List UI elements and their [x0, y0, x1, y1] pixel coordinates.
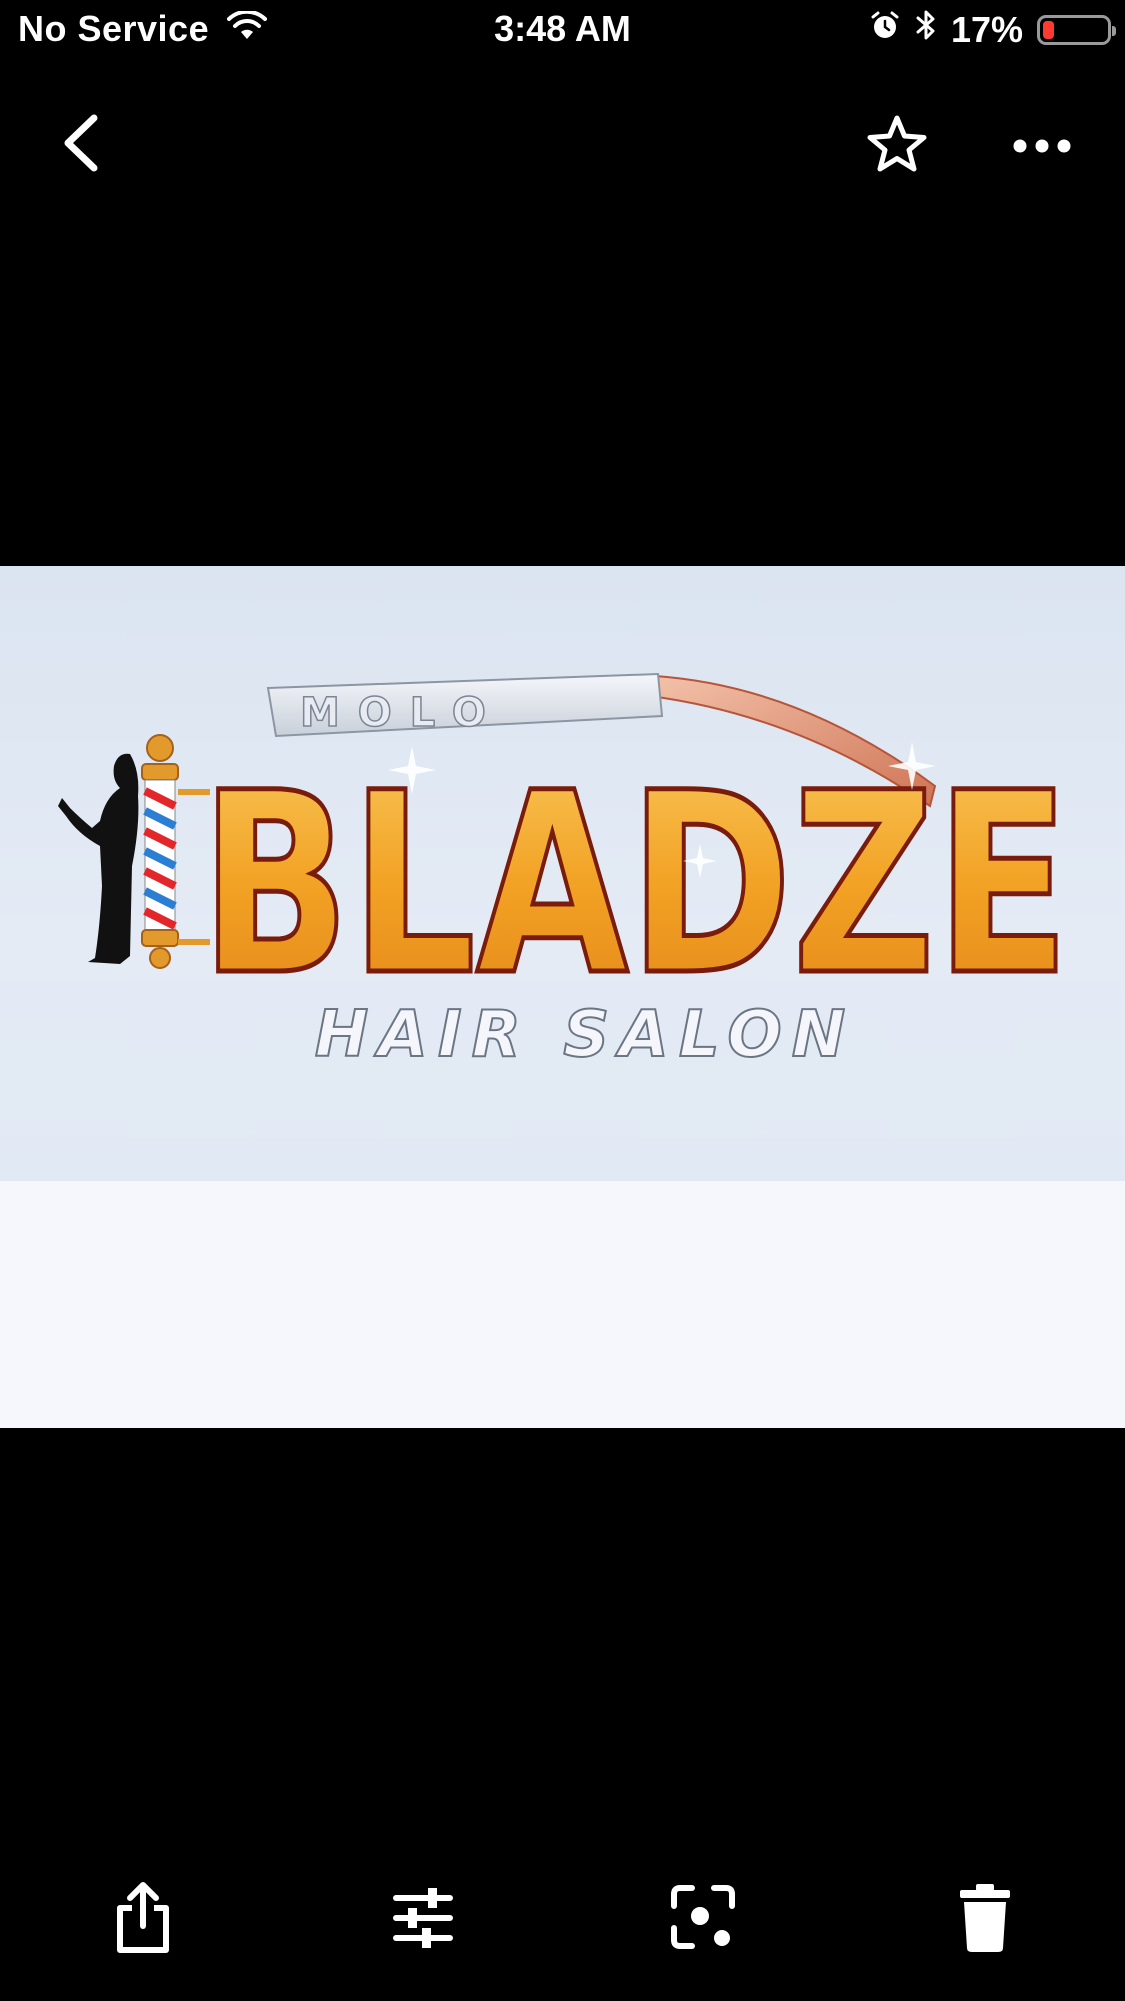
share-icon: [117, 1882, 169, 1953]
trash-icon: [960, 1884, 1010, 1952]
edit-adjust-button[interactable]: [386, 1880, 460, 1954]
photo-navigation-bar: [0, 90, 1125, 200]
more-options-button[interactable]: [1010, 126, 1074, 166]
photo-viewer-image[interactable]: MOLO BLADZE HAIR SALON: [0, 566, 1125, 1428]
bladze-logo: MOLO BLADZE HAIR SALON: [58, 672, 1073, 1073]
chevron-left-icon: [64, 114, 98, 172]
star-outline-icon: [867, 115, 927, 172]
battery-icon: [1037, 14, 1116, 45]
logo-main-text: BLADZE: [200, 739, 1070, 1030]
status-right: 17%: [869, 8, 1116, 51]
logo-subtitle-text: HAIR SALON: [315, 998, 856, 1072]
photo-bottom-band: [0, 1181, 1125, 1428]
lens-button[interactable]: [666, 1880, 740, 1954]
alarm-icon: [869, 9, 901, 51]
adjust-sliders-icon: [393, 1888, 453, 1948]
status-bar: No Service 3:48 AM 17%: [0, 0, 1125, 64]
bluetooth-icon: [915, 8, 937, 51]
bottom-toolbar: [0, 1870, 1125, 1970]
lens-search-icon: [671, 1885, 735, 1949]
logo-background: MOLO BLADZE HAIR SALON: [0, 566, 1125, 1181]
ellipsis-icon: [1013, 139, 1071, 153]
back-button[interactable]: [50, 108, 120, 178]
logo-blade-text: MOLO: [300, 690, 504, 736]
delete-button[interactable]: [948, 1880, 1022, 1954]
battery-level: [1043, 20, 1054, 39]
favorite-button[interactable]: [862, 110, 932, 180]
share-button[interactable]: [106, 1880, 180, 1954]
battery-percent: 17%: [950, 8, 1023, 50]
